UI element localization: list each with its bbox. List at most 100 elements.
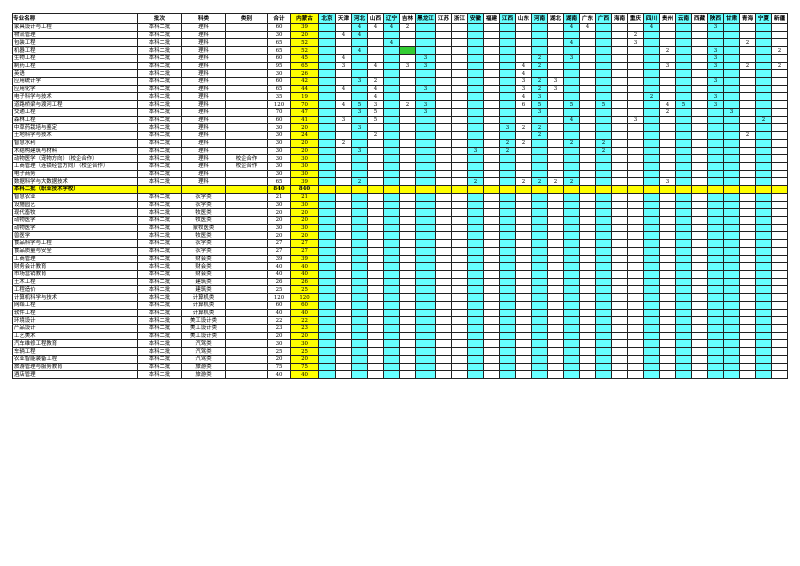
table-cell — [771, 53, 788, 63]
table-cell — [318, 192, 336, 202]
header-21: 湖南 — [563, 13, 580, 24]
table-cell — [547, 254, 564, 264]
table-cell — [595, 131, 612, 140]
table-cell — [707, 69, 724, 79]
table-cell: 4 — [643, 23, 660, 32]
table-cell — [383, 185, 400, 194]
table-cell — [483, 308, 500, 318]
table-cell — [547, 154, 564, 163]
table-cell — [675, 308, 692, 318]
table-cell — [691, 69, 708, 79]
table-cell — [451, 254, 468, 264]
table-cell — [531, 347, 548, 356]
table-cell: 本科二批 — [137, 262, 182, 271]
table-cell — [435, 30, 452, 40]
table-cell: 3 — [415, 53, 436, 63]
table-cell — [611, 215, 628, 225]
table-cell — [547, 53, 564, 63]
table-cell — [515, 262, 532, 271]
table-cell — [499, 231, 516, 241]
table-cell: 27 — [267, 246, 291, 256]
table-cell — [383, 362, 400, 372]
table-cell — [659, 53, 676, 63]
table-cell — [579, 324, 596, 333]
table-cell — [399, 123, 416, 133]
table-cell: 建筑类 — [181, 277, 226, 287]
table-cell — [675, 316, 692, 326]
table-cell — [627, 254, 644, 264]
table-cell — [335, 331, 352, 341]
table-cell — [499, 285, 516, 295]
table-cell — [515, 185, 532, 194]
table-cell — [415, 115, 436, 125]
table-cell — [335, 300, 352, 310]
table-cell: 本科二批 — [137, 38, 182, 48]
table-cell — [611, 200, 628, 210]
table-cell: 本科二批 — [137, 177, 182, 187]
table-cell — [627, 154, 644, 163]
table-cell — [771, 324, 788, 333]
table-cell — [435, 138, 452, 148]
table-cell — [723, 324, 740, 333]
table-cell — [547, 192, 564, 202]
table-cell — [531, 339, 548, 349]
table-cell — [643, 331, 660, 341]
table-cell — [579, 154, 596, 163]
table-row: 制药工程 本科二批 理科 95 65 3 4 3 3 4 2 3 3 2 2 — [12, 61, 788, 71]
table-cell: 20 — [267, 208, 291, 217]
table-cell — [707, 131, 724, 140]
table-cell — [691, 107, 708, 117]
table-cell — [755, 308, 772, 318]
table-cell: 理科 — [181, 161, 226, 171]
table-cell — [547, 208, 564, 217]
table-cell — [435, 347, 452, 356]
table-cell — [399, 308, 416, 318]
table-row: 交通工程 本科二批 理科 70 47 3 5 3 3 2 3 — [12, 107, 788, 117]
table-cell — [595, 38, 612, 48]
table-cell — [595, 339, 612, 349]
table-cell — [595, 84, 612, 94]
table-row: 工商管理（连锁经营方向）（校企合作） 本科二批 理科 校企合作 30 30 — [12, 161, 788, 171]
table-cell — [563, 192, 580, 202]
table-cell — [318, 138, 336, 148]
table-cell — [563, 146, 580, 156]
table-cell — [675, 107, 692, 117]
table-cell — [643, 354, 660, 364]
table-cell — [483, 316, 500, 326]
table-cell: 4 — [515, 92, 532, 102]
table-cell — [643, 192, 660, 202]
table-cell: 4 — [351, 30, 368, 40]
table-cell — [318, 177, 336, 187]
table-cell — [351, 370, 368, 380]
table-cell — [611, 192, 628, 202]
table-cell — [611, 223, 628, 233]
table-cell — [707, 285, 724, 295]
table-cell: 47 — [290, 107, 319, 117]
table-cell — [755, 92, 772, 102]
table-cell — [547, 316, 564, 326]
table-cell — [723, 138, 740, 148]
table-cell: 本科二批 — [137, 324, 182, 333]
table-cell — [399, 38, 416, 48]
table-cell — [415, 208, 436, 217]
table-cell — [579, 308, 596, 318]
table-cell — [383, 77, 400, 86]
table-cell — [367, 347, 384, 356]
table-cell — [515, 215, 532, 225]
table-cell — [611, 262, 628, 271]
major-name-cell: 电子商务 — [12, 169, 138, 179]
table-cell: 农学类 — [181, 239, 226, 248]
table-cell: 财会类 — [181, 254, 226, 264]
table-row: 农业智能装备工程 本科二批 汽驾类 20 20 — [12, 354, 788, 364]
table-cell — [547, 300, 564, 310]
major-name-cell: 财务会计教育 — [12, 262, 138, 271]
table-cell — [351, 239, 368, 248]
table-cell — [739, 169, 756, 179]
major-name-cell: 道路桥梁与渡河工程 — [12, 100, 138, 109]
table-cell — [335, 208, 352, 217]
table-cell — [563, 30, 580, 40]
table-cell — [579, 92, 596, 102]
table-cell — [367, 208, 384, 217]
table-cell — [627, 61, 644, 71]
table-cell — [771, 200, 788, 210]
